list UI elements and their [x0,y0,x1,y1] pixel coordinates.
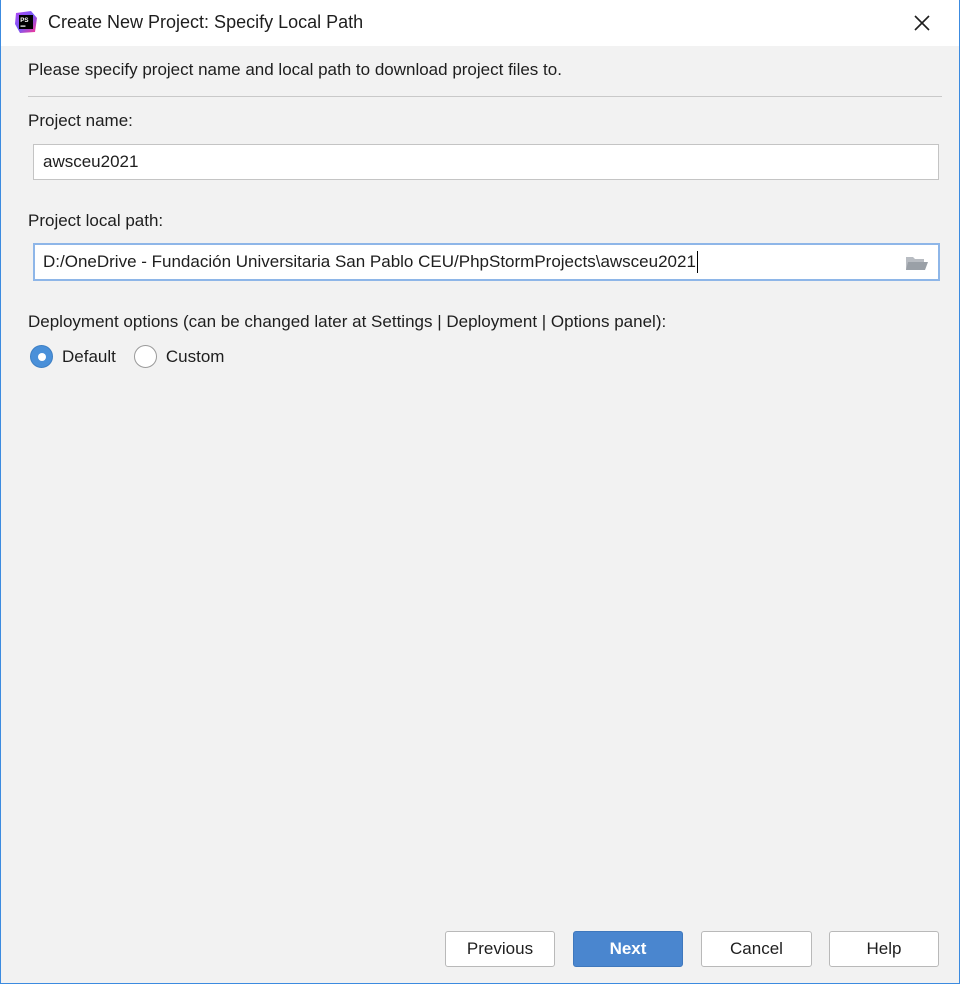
radio-default-indicator [30,345,53,368]
project-path-value: D:/OneDrive - Fundación Universitaria Sa… [43,252,696,271]
close-icon[interactable] [909,10,935,36]
folder-open-icon[interactable] [905,254,929,272]
app-icon-text: PS [20,17,28,24]
previous-button[interactable]: Previous [445,931,555,967]
radio-custom[interactable]: Custom [133,345,225,368]
project-name-field[interactable]: awsceu2021 [33,144,939,180]
project-name-label: Project name: [28,111,133,130]
deployment-options-label: Deployment options (can be changed later… [28,312,667,331]
radio-default-label: Default [62,346,116,366]
project-path-label: Project local path: [28,211,164,230]
intro-text: Please specify project name and local pa… [28,60,562,79]
project-path-field[interactable]: D:/OneDrive - Fundación Universitaria Sa… [33,243,940,281]
phpstorm-app-icon: PS [15,11,37,33]
title-bar: PS Create New Project: Specify Local Pat… [1,0,959,46]
next-button[interactable]: Next [573,931,683,967]
project-name-value: awsceu2021 [43,152,139,171]
window-title: Create New Project: Specify Local Path [48,12,364,32]
dialog-window: PS Create New Project: Specify Local Pat… [0,0,960,984]
separator [28,96,942,97]
radio-custom-indicator [133,345,157,368]
radio-default[interactable]: Default [30,345,116,368]
help-button[interactable]: Help [829,931,939,967]
radio-custom-label: Custom [165,346,225,366]
deployment-radio-group: Default Custom [30,345,242,368]
text-caret [696,251,698,273]
cancel-button[interactable]: Cancel [701,931,812,967]
